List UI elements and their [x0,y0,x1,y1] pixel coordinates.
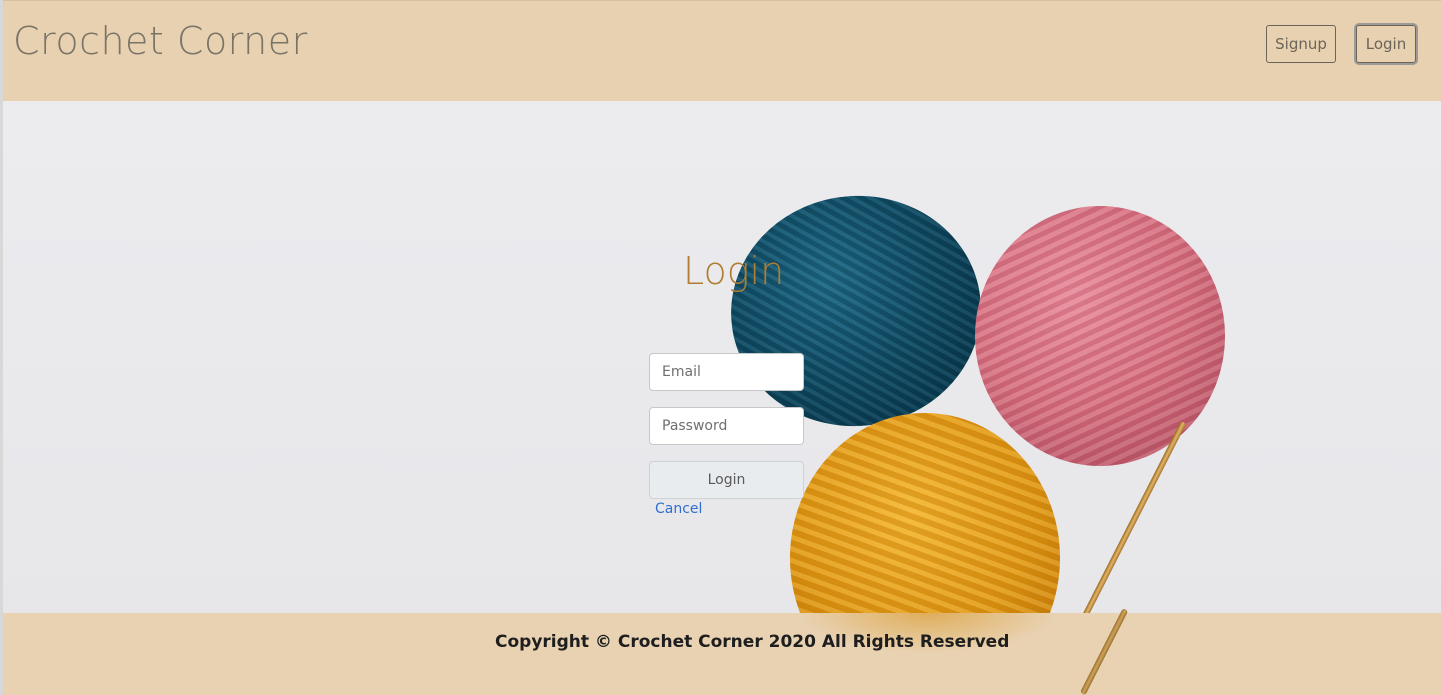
signup-button[interactable]: Signup [1266,25,1336,63]
site-header: Crochet Corner Signup Login [3,0,1441,101]
password-input[interactable] [649,407,804,445]
login-submit-button[interactable]: Login [649,461,804,499]
cancel-link[interactable]: Cancel [655,501,702,517]
pink-yarn-image [975,206,1225,466]
hero-section: Login Login Cancel [3,101,1441,613]
login-nav-button[interactable]: Login [1356,25,1416,63]
yellow-yarn-image [790,413,1060,613]
crochet-hook-image [1079,608,1129,695]
site-footer: Copyright © Crochet Corner 2020 All Righ… [3,608,1441,695]
email-input[interactable] [649,353,804,391]
login-title: Login [683,249,785,293]
copyright-text: Copyright © Crochet Corner 2020 All Righ… [495,632,1010,652]
blue-yarn-image [719,183,993,439]
brand-logo[interactable]: Crochet Corner [13,19,308,63]
